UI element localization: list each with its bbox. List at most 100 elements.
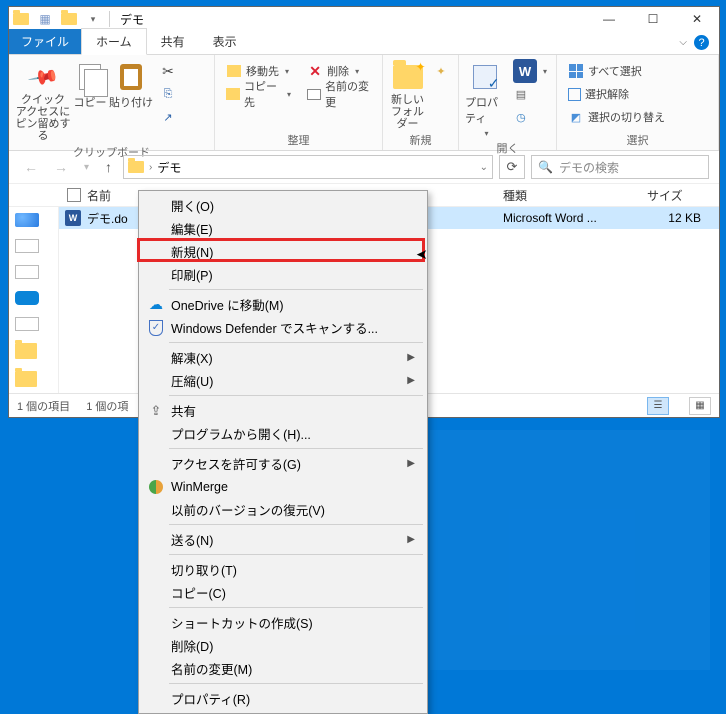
- moveto-icon: [227, 65, 241, 77]
- checkbox-icon[interactable]: [67, 188, 81, 202]
- copyto-icon: [226, 88, 240, 100]
- minimize-button[interactable]: —: [587, 7, 631, 31]
- open-word-button[interactable]: W▾: [510, 61, 550, 81]
- selectinvert-icon: ◩: [568, 109, 584, 125]
- pin-icon: 📌: [26, 60, 61, 95]
- ctx-openwith[interactable]: プログラムから開く(H)...: [141, 422, 425, 445]
- ctx-onedrive[interactable]: ☁OneDrive に移動(M): [141, 293, 425, 316]
- view-details-button[interactable]: ☰: [647, 397, 669, 415]
- ctx-sep: [169, 607, 423, 608]
- cut-button[interactable]: ✂: [157, 61, 179, 81]
- newitem-button[interactable]: ✦: [430, 61, 452, 81]
- selectinvert-label: 選択の切り替え: [588, 109, 665, 125]
- maximize-button[interactable]: ☐: [631, 7, 675, 31]
- ctx-winmerge[interactable]: WinMerge: [141, 475, 425, 498]
- edit-button[interactable]: ▤: [510, 84, 550, 104]
- copyto-button[interactable]: コピー先▾: [223, 84, 294, 104]
- ctx-grantaccess[interactable]: アクセスを許可する(G)▶: [141, 452, 425, 475]
- pin-label: クイック アクセスにピン留めする: [15, 94, 71, 142]
- ctx-extract[interactable]: 解凍(X)▶: [141, 346, 425, 369]
- rename-label: 名前の変更: [325, 78, 373, 110]
- qat-newfolder-icon[interactable]: [60, 10, 78, 28]
- history-button[interactable]: ◷: [510, 107, 550, 127]
- tree-item-icon[interactable]: [15, 317, 39, 331]
- tab-home[interactable]: ホーム: [81, 28, 147, 55]
- cloud-icon: ☁: [147, 296, 165, 314]
- ctx-restore[interactable]: 以前のバージョンの復元(V): [141, 498, 425, 521]
- close-button[interactable]: ✕: [675, 7, 719, 31]
- ctx-print[interactable]: 印刷(P): [141, 263, 425, 286]
- pin-quickaccess-button[interactable]: 📌 クイック アクセスにピン留めする: [15, 59, 71, 142]
- selectnone-icon: [568, 88, 581, 101]
- view-icons-button[interactable]: ▦: [689, 397, 711, 415]
- nav-up-icon[interactable]: ↑: [100, 159, 117, 175]
- tab-share[interactable]: 共有: [147, 29, 199, 54]
- newfolder-button[interactable]: ✦ 新しいフォルダー: [389, 59, 426, 130]
- ctx-sep: [169, 683, 423, 684]
- address-dropdown-icon[interactable]: ⌄: [480, 162, 488, 173]
- nav-back-icon[interactable]: ←: [19, 159, 43, 175]
- copy-icon: [79, 64, 101, 90]
- tree-item-icon[interactable]: [15, 239, 39, 253]
- copypath-button[interactable]: ⎘: [157, 84, 179, 104]
- newfolder-label: 新しいフォルダー: [389, 94, 426, 130]
- paste-button[interactable]: 貼り付け: [109, 59, 153, 110]
- properties-button[interactable]: プロパティ▾: [465, 59, 506, 138]
- nav-tree[interactable]: [9, 207, 59, 393]
- selectnone-button[interactable]: 選択解除: [565, 84, 668, 104]
- tree-item-icon[interactable]: [15, 265, 39, 279]
- group-organize: 移動先▾ コピー先▾ ✕削除▾ 名前の変更 整理: [215, 55, 383, 150]
- ctx-delete[interactable]: 削除(D): [141, 634, 425, 657]
- rename-icon: [307, 89, 321, 100]
- rename-button[interactable]: 名前の変更: [304, 84, 376, 104]
- ctx-shortcut[interactable]: ショートカットの作成(S): [141, 611, 425, 634]
- col-type[interactable]: 種類: [491, 187, 639, 204]
- ctx-compress[interactable]: 圧縮(U)▶: [141, 369, 425, 392]
- nav-forward-icon[interactable]: →: [49, 159, 73, 175]
- ctx-new[interactable]: 新規(N): [141, 240, 425, 263]
- ctx-sep: [169, 289, 423, 290]
- group-new: ✦ 新しいフォルダー ✦ 新規: [383, 55, 459, 150]
- ctx-sendto[interactable]: 送る(N)▶: [141, 528, 425, 551]
- tree-onedrive-icon[interactable]: [15, 291, 39, 305]
- history-icon: ◷: [513, 109, 529, 125]
- help-icon[interactable]: ?: [694, 35, 709, 50]
- col-size[interactable]: サイズ: [639, 187, 719, 204]
- ctx-sep: [169, 524, 423, 525]
- selectall-label: すべて選択: [588, 63, 642, 79]
- ctx-properties[interactable]: プロパティ(R): [141, 687, 425, 710]
- status-selected: 1 個の項: [86, 398, 128, 414]
- tab-view[interactable]: 表示: [199, 29, 251, 54]
- ctx-cut[interactable]: 切り取り(T): [141, 558, 425, 581]
- ctx-defender[interactable]: ✓Windows Defender でスキャンする...: [141, 316, 425, 339]
- edit-icon: ▤: [513, 86, 529, 102]
- ribbon-collapse-icon[interactable]: ⌵: [679, 37, 687, 48]
- ctx-edit[interactable]: 編集(E): [141, 217, 425, 240]
- qat-dropdown-icon[interactable]: ▾: [84, 10, 102, 28]
- share-icon: ⇪: [147, 402, 165, 420]
- tree-folder-icon[interactable]: [15, 371, 39, 387]
- selectall-button[interactable]: すべて選択: [565, 61, 668, 81]
- paste-shortcut-button[interactable]: ↗: [157, 107, 179, 127]
- ctx-open[interactable]: 開く(O): [141, 194, 425, 217]
- group-open: プロパティ▾ W▾ ▤ ◷ 開く: [459, 55, 557, 150]
- selectinvert-button[interactable]: ◩選択の切り替え: [565, 107, 668, 127]
- address-bar[interactable]: › デモ ⌄: [123, 155, 493, 179]
- search-placeholder: デモの検索: [559, 159, 619, 176]
- quickaccess-icon[interactable]: [15, 213, 39, 227]
- ctx-copy[interactable]: コピー(C): [141, 581, 425, 604]
- search-box[interactable]: 🔍 デモの検索: [531, 155, 709, 179]
- ctx-share[interactable]: ⇪共有: [141, 399, 425, 422]
- ctx-rename[interactable]: 名前の変更(M): [141, 657, 425, 680]
- copy-button[interactable]: コピー: [71, 59, 109, 110]
- context-menu: 開く(O) 編集(E) 新規(N) 印刷(P) ☁OneDrive に移動(M)…: [138, 190, 428, 714]
- refresh-button[interactable]: ⟳: [499, 155, 525, 179]
- qat-properties-icon[interactable]: ▦: [36, 10, 54, 28]
- delete-label: 削除: [327, 63, 349, 79]
- nav-recent-icon[interactable]: ▾: [79, 162, 94, 173]
- ribbon: 📌 クイック アクセスにピン留めする コピー 貼り付け ✂ ⎘ ↗ クリップボー…: [9, 55, 719, 151]
- tab-file[interactable]: ファイル: [9, 29, 81, 54]
- chevron-right-icon[interactable]: ›: [149, 162, 152, 173]
- tree-folder-icon[interactable]: [15, 343, 39, 359]
- chevron-right-icon: ▶: [407, 375, 415, 386]
